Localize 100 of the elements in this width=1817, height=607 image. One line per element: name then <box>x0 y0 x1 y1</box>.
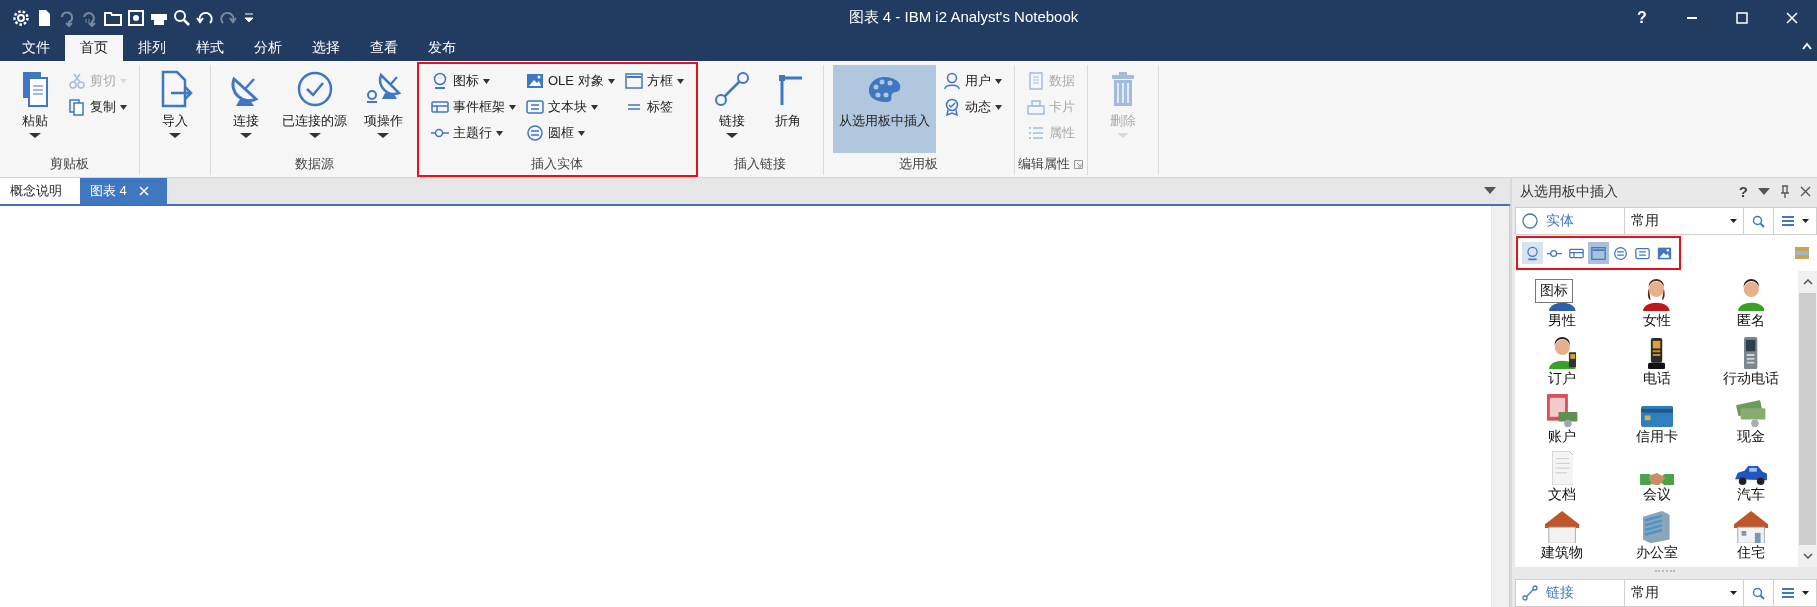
house-icon <box>1733 510 1768 543</box>
house-icon <box>1545 510 1580 543</box>
toolbar-button[interactable] <box>1588 242 1610 264</box>
palette-item[interactable]: 文档 <box>1515 448 1610 506</box>
document-tab[interactable]: 概念说明 <box>0 178 80 204</box>
document-tab[interactable]: 图表 4 <box>80 178 167 204</box>
ribbon-tab[interactable]: 分析 <box>239 35 297 61</box>
palette-item[interactable]: 现金 <box>1703 390 1798 448</box>
ribbon-button[interactable]: 复制 <box>65 95 130 119</box>
ledger-with-cash-icon <box>1547 393 1578 427</box>
document-icon <box>1551 450 1574 485</box>
launcher-icon <box>1074 159 1084 169</box>
caret-icon <box>240 133 252 138</box>
group-label: 数据源 <box>295 155 334 174</box>
scissors-icon <box>68 72 86 90</box>
palette-item[interactable]: 办公室 <box>1609 506 1704 564</box>
palette-item[interactable]: 行动电话 <box>1703 332 1798 390</box>
ribbon-tab[interactable]: 首页 <box>65 35 123 61</box>
ribbon-button[interactable]: 连接 <box>220 65 272 154</box>
chevron-up-icon <box>1802 279 1813 285</box>
tooltip: 图标 <box>1535 279 1574 303</box>
palette-item[interactable]: 信用卡 <box>1609 390 1704 448</box>
ribbon-button[interactable]: 用户 <box>939 69 1005 93</box>
caret-icon <box>377 133 389 138</box>
pin-button[interactable] <box>1780 185 1790 198</box>
circle-icon <box>1522 213 1539 229</box>
palette-item[interactable]: 订户 <box>1515 332 1610 390</box>
caret-icon <box>994 104 1002 110</box>
panel-menu-button[interactable] <box>1758 188 1770 195</box>
box-icon <box>1591 245 1607 261</box>
ribbon-button[interactable]: OLE 对象 <box>523 69 618 93</box>
ribbon-tab[interactable]: 排列 <box>123 35 181 61</box>
close-icon <box>1786 11 1798 24</box>
ribbon-button[interactable]: 链接 <box>705 65 758 154</box>
scrollbar[interactable] <box>1798 271 1817 567</box>
scrollbar[interactable] <box>1491 206 1510 607</box>
minimize-icon <box>1687 16 1697 19</box>
close-icon <box>138 186 149 196</box>
ribbon-button[interactable]: 事件框架 <box>428 95 519 119</box>
ribbon-button[interactable]: 标签 <box>621 95 687 119</box>
ribbon-tab[interactable]: 样式 <box>181 35 239 61</box>
ribbon-button[interactable]: 动态 <box>939 95 1005 119</box>
bulb-icon <box>431 72 449 90</box>
ribbon-tab[interactable]: 发布 <box>413 35 471 61</box>
ribbon-button[interactable]: 已连接的源 <box>276 65 353 154</box>
chevron-up-icon <box>1801 41 1813 51</box>
caret-icon <box>169 133 181 138</box>
panel-title: 从选用板中插入 <box>1520 182 1620 201</box>
text-block-icon <box>1635 245 1651 261</box>
palette-item[interactable]: 电话 <box>1609 332 1704 390</box>
search-icon <box>1752 586 1765 600</box>
text-block-icon <box>526 98 544 116</box>
ribbon-button[interactable]: 粘贴 <box>9 65 61 154</box>
palette-item[interactable]: 匿名 <box>1703 274 1798 332</box>
category-label: 实体 <box>1546 212 1575 230</box>
toolbar-button[interactable] <box>1522 242 1544 264</box>
ribbon-button[interactable]: 折角 <box>761 65 814 154</box>
splitter-grip[interactable] <box>1654 570 1675 574</box>
menu-icon <box>1781 587 1809 599</box>
palette-item[interactable]: 建筑物 <box>1515 506 1610 564</box>
palette-item[interactable]: 住宅 <box>1703 506 1798 564</box>
data-sheet-icon <box>1026 72 1045 90</box>
caret-icon <box>676 78 684 84</box>
dialog-launcher-button[interactable] <box>1074 159 1084 169</box>
close-button[interactable] <box>1800 186 1811 197</box>
ribbon-button[interactable]: 从选用板中插入 <box>832 65 936 154</box>
list-icon <box>1026 124 1045 142</box>
ribbon-button[interactable]: 主题行 <box>428 121 519 145</box>
caret-icon <box>591 104 598 110</box>
ribbon-button[interactable]: 文本块 <box>523 95 618 119</box>
search-icon <box>1752 214 1765 228</box>
pin-icon <box>1780 185 1790 198</box>
image-icon <box>526 72 544 90</box>
ribbon-button[interactable]: 导入 <box>149 65 201 154</box>
collapse-ribbon-button[interactable] <box>1801 41 1813 51</box>
ribbon-tab[interactable]: 选择 <box>297 35 355 61</box>
chevron-down-icon <box>1802 553 1813 559</box>
palette-item[interactable]: 女性 <box>1609 274 1704 332</box>
person-icon <box>1643 278 1670 311</box>
caret-icon <box>1484 187 1497 194</box>
caret-icon <box>308 133 321 138</box>
caret-icon <box>994 78 1002 84</box>
ribbon-tab[interactable]: 查看 <box>355 35 413 61</box>
ribbon-tab[interactable]: 文件 <box>7 35 65 61</box>
ribbon-button[interactable]: 方框 <box>621 69 687 93</box>
ribbon-button[interactable]: 项操作 <box>357 65 409 154</box>
window-title: 图表 4 - IBM i2 Analyst's Notebook <box>847 8 1079 27</box>
palette-item[interactable]: 汽车 <box>1703 448 1798 506</box>
ellipse-icon <box>1613 245 1629 261</box>
category-label: 链接 <box>1546 584 1575 602</box>
group-label: 插入链接 <box>733 155 786 174</box>
help-button[interactable]: ? <box>1738 183 1748 200</box>
palette-item[interactable]: 账户 <box>1515 390 1610 448</box>
office-building-icon <box>1643 510 1670 543</box>
tab-list-button[interactable] <box>1484 187 1497 194</box>
ribbon-button[interactable]: 图标 <box>428 69 519 93</box>
palette-item[interactable]: 会议 <box>1609 448 1704 506</box>
caret-icon <box>120 78 127 84</box>
help-button[interactable]: ? <box>1617 0 1667 35</box>
ribbon-button[interactable]: 圆框 <box>523 121 618 145</box>
